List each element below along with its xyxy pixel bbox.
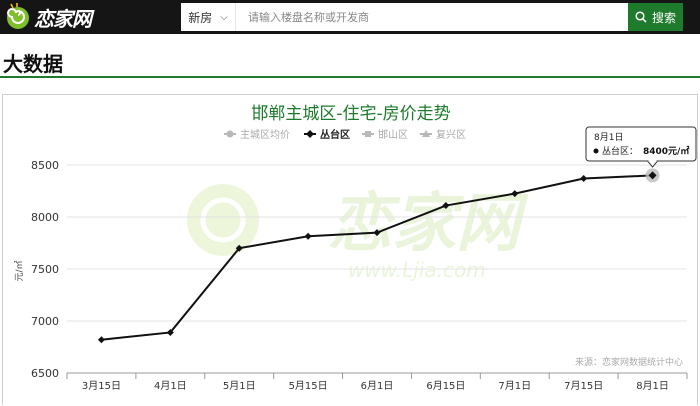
site-logo[interactable]: 恋家网 bbox=[4, 3, 92, 31]
chart-tooltip: 8月1日丛台区： 8400元/㎡ bbox=[585, 126, 697, 183]
y-tick-label: 6500 bbox=[31, 367, 59, 380]
search-button-label: 搜索 bbox=[651, 10, 676, 25]
x-tick-label: 7月15日 bbox=[564, 380, 603, 392]
watermark-text: 恋家网 bbox=[328, 187, 529, 261]
y-tick-label: 7500 bbox=[31, 263, 59, 276]
x-tick-label: 6月15日 bbox=[426, 380, 465, 392]
search-icon bbox=[635, 11, 647, 23]
x-tick-label: 3月15日 bbox=[82, 380, 121, 392]
search-type-select[interactable]: 新房 ⌵ bbox=[181, 3, 236, 31]
x-tick-label: 5月15日 bbox=[289, 380, 328, 392]
y-tick-label: 8000 bbox=[31, 211, 59, 224]
tooltip-value: 8400元/㎡ bbox=[643, 145, 689, 157]
source-note: 来源：恋家网数据统计中心 bbox=[575, 356, 683, 368]
x-tick-label: 5月1日 bbox=[223, 380, 256, 392]
snail-logo-icon bbox=[7, 3, 29, 29]
chart-legend: 主城区均价 丛台区 邯山区 复兴区 bbox=[224, 128, 466, 141]
price-trend-chart: 恋家网 www.Ljia.com 邯郸主城区-住宅-房价走势 主城区均价 丛台区 邯… bbox=[14, 104, 697, 392]
x-tick-label: 6月1日 bbox=[361, 380, 394, 392]
legend-item[interactable]: 主城区均价 bbox=[224, 129, 290, 141]
chevron-down-icon: ⌵ bbox=[220, 11, 228, 23]
y-axis-label: 元/㎡ bbox=[14, 260, 25, 281]
search-type-label: 新房 bbox=[188, 10, 213, 25]
logo-text: 恋家网 bbox=[34, 6, 92, 31]
legend-label: 复兴区 bbox=[436, 128, 466, 141]
legend-square-marker bbox=[365, 131, 371, 137]
watermark-url: www.Ljia.com bbox=[348, 258, 486, 282]
tooltip-bullet-icon bbox=[593, 148, 599, 154]
search-bar: 新房 ⌵ bbox=[181, 3, 628, 31]
data-point[interactable] bbox=[580, 175, 588, 183]
x-tick-label: 4月1日 bbox=[154, 380, 187, 392]
chart-panel: 恋家网 www.Ljia.com 邯郸主城区-住宅-房价走势 主城区均价 丛台区 邯… bbox=[2, 94, 698, 405]
search-button[interactable]: 搜索 bbox=[628, 3, 683, 31]
y-tick-label: 8500 bbox=[31, 159, 59, 172]
legend-label: 丛台区 bbox=[320, 128, 350, 141]
top-bar: 恋家网 新房 ⌵ 搜索 bbox=[0, 0, 700, 34]
data-point[interactable] bbox=[304, 232, 312, 240]
search-input[interactable] bbox=[236, 3, 628, 31]
legend-item[interactable]: 复兴区 bbox=[420, 128, 466, 141]
y-tick-label: 7000 bbox=[31, 315, 59, 328]
legend-label: 邯山区 bbox=[378, 128, 408, 141]
data-point[interactable] bbox=[97, 336, 105, 344]
x-tick-label: 8月1日 bbox=[636, 380, 669, 392]
legend-item[interactable]: 丛台区 bbox=[304, 128, 350, 141]
chart-title: 邯郸主城区-住宅-房价走势 bbox=[251, 104, 450, 124]
legend-circle-marker bbox=[226, 130, 234, 138]
legend-diamond-marker bbox=[306, 130, 314, 138]
tooltip-date: 8月1日 bbox=[594, 132, 623, 143]
tooltip-pointer-cover bbox=[648, 160, 657, 162]
x-axis: 3月15日 4月1日 5月1日 5月15日 6月1日 6月15日 7月1日 7月15日 8月1日 bbox=[66, 372, 688, 392]
legend-item[interactable]: 邯山区 bbox=[362, 128, 408, 141]
watermark-snail-icon bbox=[187, 184, 259, 256]
section-title: 大数据 bbox=[3, 52, 63, 76]
section-divider bbox=[0, 76, 700, 78]
tooltip-series-name: 丛台区： bbox=[602, 145, 638, 157]
y-axis-ticks: 6500 7000 7500 8000 8500 bbox=[31, 159, 59, 380]
x-tick-label: 7月1日 bbox=[498, 380, 531, 392]
legend-label: 主城区均价 bbox=[240, 129, 290, 141]
